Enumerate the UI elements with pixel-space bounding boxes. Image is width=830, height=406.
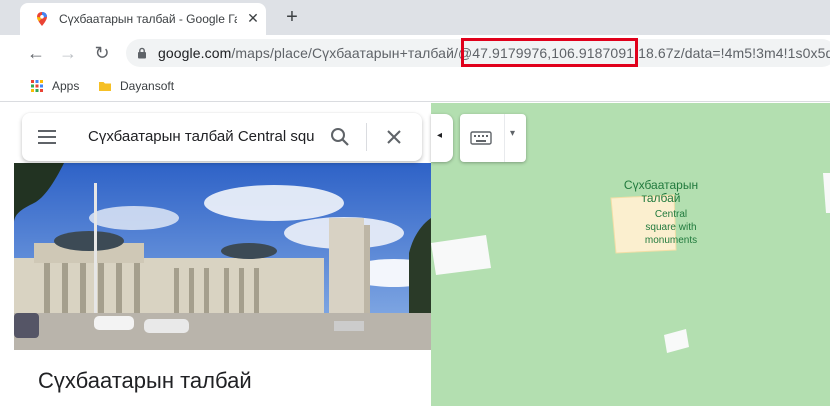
- tab-title: Сүхбаатарын талбай - Google Газ: [59, 12, 237, 26]
- browser-toolbar: ← → ↻ google.com/maps/place/Сүхбаатарын+…: [0, 35, 830, 71]
- place-panel: Сүхбаатарын талбай Central square Сүхбаа…: [14, 103, 431, 406]
- tab-close-icon[interactable]: ✕: [244, 9, 262, 27]
- bookmark-dayansoft[interactable]: Dayansoft: [98, 79, 174, 93]
- bookmarks-bar: Apps Dayansoft: [0, 71, 830, 102]
- maps-pin-icon: [37, 12, 47, 26]
- keyboard-icon: [470, 131, 492, 145]
- url-host: google.com: [158, 45, 232, 61]
- map-label-name: Сүхбаатарын талбай: [616, 179, 706, 205]
- map-label-name-line2: талбай: [641, 191, 681, 205]
- search-box[interactable]: Сүхбаатарын талбай Central square: [22, 113, 422, 161]
- bookmark-apps-label: Apps: [52, 79, 80, 93]
- new-tab-button[interactable]: +: [280, 5, 304, 29]
- back-button[interactable]: ←: [22, 39, 50, 67]
- input-tools-button[interactable]: ▾: [460, 114, 526, 162]
- chevron-down-icon[interactable]: ▾: [510, 128, 515, 139]
- map-label-desc: Central square with monuments: [631, 208, 711, 247]
- search-divider: [366, 123, 367, 151]
- reload-button[interactable]: ↻: [88, 39, 116, 67]
- map-label-desc-line3: monuments: [644, 235, 698, 246]
- highlight-box: [461, 38, 638, 67]
- place-title: Сүхбаатарын талбай: [38, 368, 252, 393]
- bookmark-dayansoft-label: Dayansoft: [120, 79, 175, 93]
- collapse-panel-button[interactable]: ◂: [431, 114, 453, 162]
- folder-icon: [99, 82, 111, 91]
- apps-grid-icon: [31, 80, 43, 92]
- collapse-arrow-icon: ◂: [437, 130, 443, 141]
- bookmark-apps[interactable]: Apps: [30, 79, 79, 93]
- forward-button[interactable]: →: [54, 39, 82, 67]
- place-photo[interactable]: [14, 163, 431, 350]
- input-tools-divider: [504, 114, 505, 162]
- map-label-desc-line1: Central: [654, 209, 688, 220]
- tab-strip: Сүхбаатарын талбай - Google Газ ✕ +: [0, 0, 830, 35]
- maps-page: Сүхбаатарын талбай Central square Сүхбаа…: [0, 103, 830, 406]
- hamburger-menu-icon[interactable]: [36, 127, 58, 147]
- search-icon[interactable]: [328, 125, 352, 149]
- search-input[interactable]: Сүхбаатарын талбай Central square: [88, 128, 314, 145]
- close-icon[interactable]: [382, 125, 406, 149]
- lock-icon: [138, 47, 146, 59]
- map-label-desc-line2: square with: [645, 222, 697, 233]
- tab-google-maps[interactable]: Сүхбаатарын талбай - Google Газ ✕: [20, 3, 266, 35]
